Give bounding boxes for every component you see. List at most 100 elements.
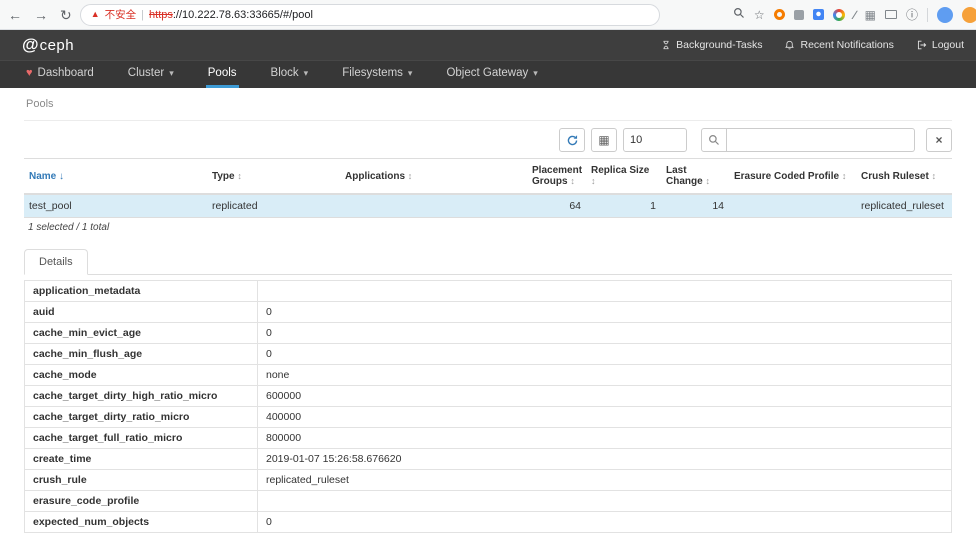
extension-icon-orange[interactable] [773, 9, 785, 20]
nav-pools[interactable]: Pools [205, 61, 239, 88]
sort-icon: ↕ [570, 176, 575, 186]
detail-value: replicated_ruleset [257, 469, 952, 491]
sort-icon: ↕ [841, 170, 847, 181]
notifications-label: Recent Notifications [800, 39, 894, 51]
cell-name: test_pool [24, 194, 207, 218]
nav-block[interactable]: Block ▾ [269, 61, 311, 88]
background-tasks-label: Background-Tasks [676, 39, 763, 51]
col-replica-size[interactable]: Replica Size ↕ [586, 158, 661, 195]
pool-row-test-pool[interactable]: test_pool replicated 64 1 14 replicated_… [24, 194, 952, 218]
hourglass-icon [661, 39, 671, 51]
pools-table: Name ↓ Type ↕ Applications ↕ Placement G… [24, 158, 952, 218]
notifications-button[interactable]: Recent Notifications [784, 39, 894, 51]
nav-dashboard-label: Dashboard [37, 67, 94, 79]
info-icon[interactable]: ⓘ [906, 9, 918, 21]
header-actions: Background-Tasks Recent Notifications Lo… [661, 39, 964, 51]
search-input[interactable] [727, 128, 915, 152]
forward-icon[interactable]: → [34, 8, 48, 22]
details-row: expected_num_objects 0 [24, 511, 952, 533]
details-row: cache_mode none [24, 364, 952, 386]
nav-block-label: Block [270, 67, 299, 79]
col-applications[interactable]: Applications ↕ [340, 158, 527, 195]
main-nav: ♥ Dashboard Cluster ▾ Pools Block ▾ File… [0, 60, 976, 88]
nav-filesystems-label: Filesystems [342, 67, 403, 79]
clear-search-button[interactable]: × [926, 128, 952, 152]
details-row: cache_min_flush_age 0 [24, 343, 952, 365]
nav-object-gateway-label: Object Gateway [446, 67, 529, 79]
clipped-browser-icon[interactable] [962, 6, 976, 23]
address-separator: | [141, 8, 145, 21]
back-icon[interactable]: ← [8, 8, 22, 22]
col-type[interactable]: Type ↕ [207, 158, 340, 195]
zoom-search-icon[interactable] [733, 6, 745, 24]
details-row: auid 0 [24, 301, 952, 323]
detail-value: 2019-01-07 15:26:58.676620 [257, 448, 952, 470]
details-row: cache_target_dirty_high_ratio_micro 60000… [24, 385, 952, 407]
column-toggle-button[interactable]: ▦ [591, 128, 617, 152]
nav-cluster[interactable]: Cluster ▾ [126, 61, 176, 88]
pools-table-header-row: Name ↓ Type ↕ Applications ↕ Placement G… [24, 158, 952, 195]
detail-value: 0 [257, 511, 952, 533]
profile-avatar[interactable] [937, 6, 953, 23]
detail-value: 0 [257, 343, 952, 365]
col-erasure-coded-profile[interactable]: Erasure Coded Profile ↕ [729, 158, 856, 195]
pools-panel: ▦ × Name ↓ Type ↕ Applications ↕ [24, 120, 952, 233]
table-toolbar: ▦ × [24, 128, 952, 152]
col-type-label: Type [212, 170, 235, 182]
col-crush-ruleset[interactable]: Crush Ruleset ↕ [856, 158, 952, 195]
background-tasks-button[interactable]: Background-Tasks [661, 39, 762, 51]
cell-applications [340, 194, 527, 218]
detail-key: expected_num_objects [24, 511, 258, 533]
details-row: application_metadata [24, 280, 952, 302]
extension-icon-rainbow[interactable] [832, 8, 845, 21]
chevron-down-icon: ▾ [407, 67, 413, 78]
details-row: crush_rule replicated_ruleset [24, 469, 952, 491]
page-size-input[interactable] [623, 128, 687, 152]
nav-cluster-label: Cluster [127, 67, 165, 79]
details-row: create_time 2019-01-07 15:26:58.676620 [24, 448, 952, 470]
refresh-button[interactable] [559, 128, 585, 152]
detail-key: cache_min_evict_age [24, 322, 258, 344]
detail-key: application_metadata [24, 280, 258, 302]
extension-icon-blue[interactable] [812, 9, 824, 20]
chevron-down-icon: ▾ [533, 67, 538, 78]
tab-details[interactable]: Details [24, 249, 88, 275]
search-group [701, 128, 915, 152]
col-last-change[interactable]: Last Change ↕ [661, 158, 729, 195]
chevron-down-icon: ▾ [169, 67, 174, 78]
col-replica-size-label: Replica Size [591, 165, 650, 176]
detail-value: none [257, 364, 952, 386]
sort-icon: ↕ [591, 176, 596, 186]
search-icon[interactable] [701, 128, 727, 152]
ceph-logo-icon: @ [22, 35, 39, 54]
ceph-logo: @ ceph [22, 35, 74, 55]
details-row: cache_target_dirty_ratio_micro 400000 [24, 406, 952, 428]
nav-pools-label: Pools [207, 67, 237, 79]
col-placement-groups[interactable]: Placement Groups ↕ [527, 158, 586, 195]
cell-last-change: 14 [661, 194, 729, 218]
detail-key: create_time [24, 448, 258, 470]
col-erasure-coded-profile-label: Erasure Coded Profile [734, 170, 840, 182]
reload-icon[interactable]: ↻ [60, 8, 72, 22]
bookmark-star-icon[interactable]: ☆ [754, 9, 765, 21]
details-row: erasure_code_profile [24, 490, 952, 512]
detail-key: crush_rule [24, 469, 258, 491]
logout-button[interactable]: Logout [916, 39, 964, 51]
col-last-change-label: Last Change [666, 165, 703, 187]
nav-dashboard[interactable]: ♥ Dashboard [24, 61, 96, 88]
pencil-icon[interactable]: ∕ [854, 9, 856, 21]
address-bar[interactable]: ▲ 不安全 | https://10.222.78.63:33665/#/poo… [79, 3, 660, 26]
browser-toolbar: ← → ↻ ▲ 不安全 | https://10.222.78.63:33665… [0, 0, 976, 30]
monitor-icon[interactable] [884, 10, 897, 19]
nav-object-gateway[interactable]: Object Gateway ▾ [444, 61, 539, 88]
col-name[interactable]: Name ↓ [24, 158, 207, 195]
details-tabs: Details [24, 249, 952, 275]
detail-key: cache_target_dirty_high_ratio_micro [24, 385, 258, 407]
extension-icon-gray[interactable] [793, 9, 804, 20]
sort-icon: ↕ [407, 170, 413, 181]
grid-extension-icon[interactable]: ▦ [865, 9, 876, 21]
cell-placement-groups: 64 [527, 194, 586, 218]
url-protocol-struck: https [149, 8, 173, 21]
browser-extensions-area: ☆ ∕ ▦ ⓘ [668, 6, 976, 24]
nav-filesystems[interactable]: Filesystems ▾ [340, 61, 414, 88]
